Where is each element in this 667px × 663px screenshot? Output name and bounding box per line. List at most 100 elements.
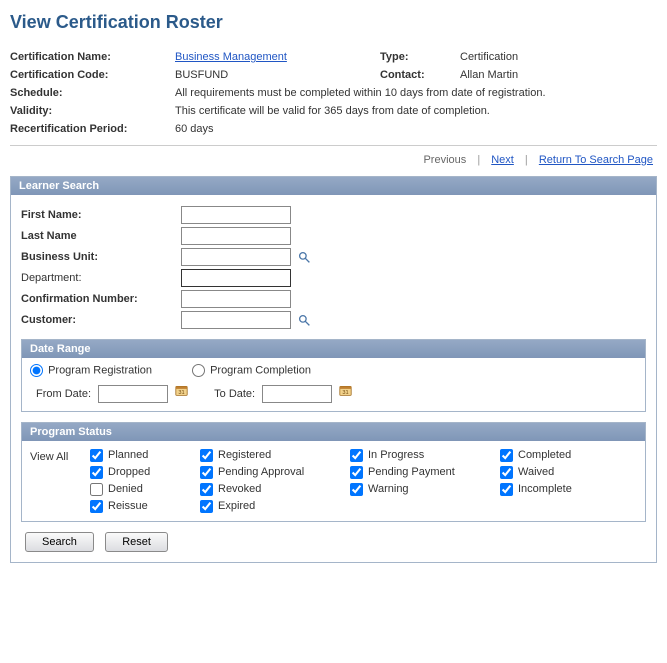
checkbox-expired[interactable]: [200, 500, 213, 513]
last-name-label: Last Name: [21, 230, 181, 242]
status-dropped-label: Dropped: [108, 466, 150, 478]
pager-sep: |: [525, 154, 528, 166]
status-expired[interactable]: Expired: [200, 500, 350, 513]
type-value: Certification: [460, 51, 657, 63]
status-planned-label: Planned: [108, 449, 148, 461]
status-in-progress[interactable]: In Progress: [350, 449, 500, 462]
radio-completion-input[interactable]: [192, 364, 205, 377]
status-pending-approval-label: Pending Approval: [218, 466, 304, 478]
status-completed[interactable]: Completed: [500, 449, 620, 462]
calendar-icon[interactable]: 31: [338, 383, 352, 397]
status-denied-label: Denied: [108, 483, 143, 495]
checkbox-in-progress[interactable]: [350, 449, 363, 462]
program-status-header: Program Status: [22, 423, 645, 441]
to-date-input[interactable]: [262, 385, 332, 403]
schedule-label: Schedule:: [10, 87, 175, 99]
contact-label: Contact:: [380, 69, 460, 81]
status-incomplete[interactable]: Incomplete: [500, 483, 620, 496]
reset-button[interactable]: Reset: [105, 532, 168, 552]
svg-text:31: 31: [178, 389, 184, 395]
checkbox-pending-approval[interactable]: [200, 466, 213, 479]
status-registered[interactable]: Registered: [200, 449, 350, 462]
svg-text:31: 31: [342, 389, 348, 395]
radio-registration[interactable]: Program Registration: [30, 364, 152, 377]
program-status-panel: Program Status View All Planned Register…: [21, 422, 646, 522]
radio-completion[interactable]: Program Completion: [192, 364, 311, 377]
calendar-icon[interactable]: 31: [174, 383, 188, 397]
first-name-input[interactable]: [181, 206, 291, 224]
status-waived-label: Waived: [518, 466, 554, 478]
status-in-progress-label: In Progress: [368, 449, 424, 461]
status-expired-label: Expired: [218, 500, 255, 512]
department-label: Department:: [21, 272, 181, 284]
status-pending-payment[interactable]: Pending Payment: [350, 466, 500, 479]
checkbox-dropped[interactable]: [90, 466, 103, 479]
business-unit-label: Business Unit:: [21, 251, 181, 263]
radio-registration-input[interactable]: [30, 364, 43, 377]
divider: [10, 145, 657, 146]
confirmation-label: Confirmation Number:: [21, 293, 181, 305]
pager-previous: Previous: [423, 154, 466, 166]
learner-search-header: Learner Search: [11, 177, 656, 195]
lookup-icon[interactable]: [297, 250, 311, 264]
confirmation-input[interactable]: [181, 290, 291, 308]
status-waived[interactable]: Waived: [500, 466, 620, 479]
customer-input[interactable]: [181, 311, 291, 329]
department-input[interactable]: [181, 269, 291, 287]
cert-code-value: BUSFUND: [175, 69, 380, 81]
pager-return-link[interactable]: Return To Search Page: [539, 154, 653, 166]
customer-label: Customer:: [21, 314, 181, 326]
type-label: Type:: [380, 51, 460, 63]
checkbox-planned[interactable]: [90, 449, 103, 462]
cert-name-label: Certification Name:: [10, 51, 175, 63]
status-warning[interactable]: Warning: [350, 483, 500, 496]
date-range-panel: Date Range Program Registration Program …: [21, 339, 646, 412]
contact-value: Allan Martin: [460, 69, 657, 81]
status-dropped[interactable]: Dropped: [90, 466, 200, 479]
pager-next-link[interactable]: Next: [491, 154, 514, 166]
last-name-input[interactable]: [181, 227, 291, 245]
from-date-label: From Date:: [36, 388, 91, 400]
cert-code-label: Certification Code:: [10, 69, 175, 81]
status-pending-payment-label: Pending Payment: [368, 466, 455, 478]
checkbox-registered[interactable]: [200, 449, 213, 462]
recert-label: Recertification Period:: [10, 123, 175, 135]
status-pending-approval[interactable]: Pending Approval: [200, 466, 350, 479]
checkbox-denied[interactable]: [90, 483, 103, 496]
learner-search-panel: Learner Search First Name: Last Name Bus…: [10, 176, 657, 563]
checkbox-pending-payment[interactable]: [350, 466, 363, 479]
schedule-value: All requirements must be completed withi…: [175, 87, 657, 99]
validity-value: This certificate will be valid for 365 d…: [175, 105, 657, 117]
search-button[interactable]: Search: [25, 532, 94, 552]
certification-details: Certification Name: Business Management …: [10, 51, 657, 135]
checkbox-revoked[interactable]: [200, 483, 213, 496]
cert-name-link[interactable]: Business Management: [175, 51, 287, 63]
to-date-label: To Date:: [214, 388, 255, 400]
page-title: View Certification Roster: [10, 12, 657, 33]
first-name-label: First Name:: [21, 209, 181, 221]
status-registered-label: Registered: [218, 449, 271, 461]
view-all-label: View All: [30, 449, 90, 513]
status-warning-label: Warning: [368, 483, 409, 495]
checkbox-waived[interactable]: [500, 466, 513, 479]
status-reissue[interactable]: Reissue: [90, 500, 200, 513]
status-revoked[interactable]: Revoked: [200, 483, 350, 496]
validity-label: Validity:: [10, 105, 175, 117]
status-incomplete-label: Incomplete: [518, 483, 572, 495]
from-date-input[interactable]: [98, 385, 168, 403]
status-denied[interactable]: Denied: [90, 483, 200, 496]
status-reissue-label: Reissue: [108, 500, 148, 512]
status-revoked-label: Revoked: [218, 483, 261, 495]
business-unit-input[interactable]: [181, 248, 291, 266]
pager-sep: |: [477, 154, 480, 166]
status-completed-label: Completed: [518, 449, 571, 461]
checkbox-completed[interactable]: [500, 449, 513, 462]
radio-registration-label: Program Registration: [48, 364, 152, 376]
checkbox-warning[interactable]: [350, 483, 363, 496]
radio-completion-label: Program Completion: [210, 364, 311, 376]
checkbox-reissue[interactable]: [90, 500, 103, 513]
pager: Previous | Next | Return To Search Page: [10, 152, 657, 176]
checkbox-incomplete[interactable]: [500, 483, 513, 496]
lookup-icon[interactable]: [297, 313, 311, 327]
status-planned[interactable]: Planned: [90, 449, 200, 462]
